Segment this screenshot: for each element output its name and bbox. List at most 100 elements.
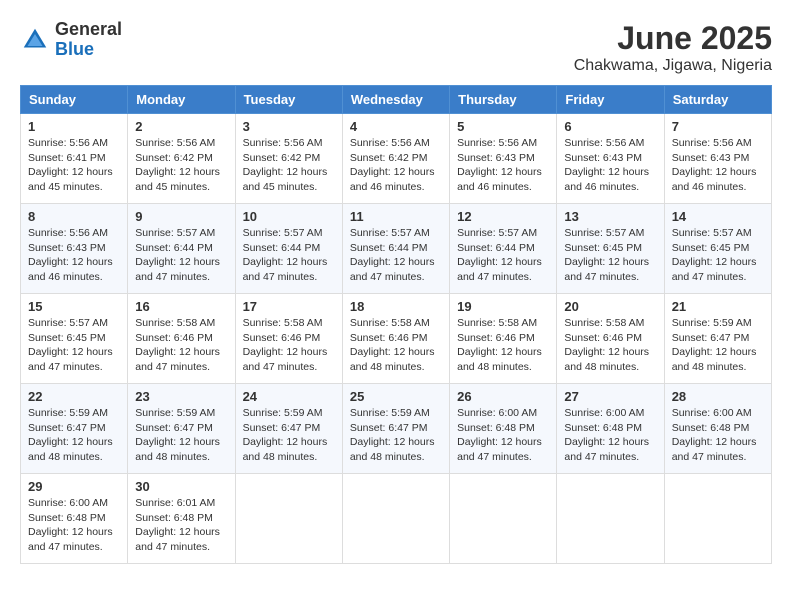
day-cell <box>235 474 342 564</box>
week-row-5: 29 Sunrise: 6:00 AMSunset: 6:48 PMDaylig… <box>21 474 772 564</box>
day-cell: 18 Sunrise: 5:58 AMSunset: 6:46 PMDaylig… <box>342 294 449 384</box>
day-info: Sunrise: 5:59 AMSunset: 6:47 PMDaylight:… <box>135 407 220 463</box>
day-info: Sunrise: 5:58 AMSunset: 6:46 PMDaylight:… <box>350 317 435 373</box>
day-cell: 23 Sunrise: 5:59 AMSunset: 6:47 PMDaylig… <box>128 384 235 474</box>
day-number: 14 <box>672 209 764 224</box>
day-number: 5 <box>457 119 549 134</box>
day-cell: 3 Sunrise: 5:56 AMSunset: 6:42 PMDayligh… <box>235 114 342 204</box>
month-title: June 2025 <box>574 20 772 57</box>
calendar: SundayMondayTuesdayWednesdayThursdayFrid… <box>20 85 772 564</box>
day-info: Sunrise: 5:56 AMSunset: 6:43 PMDaylight:… <box>457 137 542 193</box>
day-cell: 22 Sunrise: 5:59 AMSunset: 6:47 PMDaylig… <box>21 384 128 474</box>
day-info: Sunrise: 5:57 AMSunset: 6:45 PMDaylight:… <box>28 317 113 373</box>
weekday-header-saturday: Saturday <box>664 86 771 114</box>
day-info: Sunrise: 5:56 AMSunset: 6:42 PMDaylight:… <box>135 137 220 193</box>
day-info: Sunrise: 5:56 AMSunset: 6:42 PMDaylight:… <box>350 137 435 193</box>
day-cell: 4 Sunrise: 5:56 AMSunset: 6:42 PMDayligh… <box>342 114 449 204</box>
day-info: Sunrise: 5:59 AMSunset: 6:47 PMDaylight:… <box>28 407 113 463</box>
day-number: 11 <box>350 209 442 224</box>
weekday-header-sunday: Sunday <box>21 86 128 114</box>
day-cell: 27 Sunrise: 6:00 AMSunset: 6:48 PMDaylig… <box>557 384 664 474</box>
day-cell: 16 Sunrise: 5:58 AMSunset: 6:46 PMDaylig… <box>128 294 235 384</box>
day-info: Sunrise: 6:00 AMSunset: 6:48 PMDaylight:… <box>672 407 757 463</box>
day-number: 4 <box>350 119 442 134</box>
day-number: 6 <box>564 119 656 134</box>
day-number: 25 <box>350 389 442 404</box>
day-info: Sunrise: 5:56 AMSunset: 6:43 PMDaylight:… <box>564 137 649 193</box>
day-info: Sunrise: 5:58 AMSunset: 6:46 PMDaylight:… <box>135 317 220 373</box>
day-info: Sunrise: 5:56 AMSunset: 6:41 PMDaylight:… <box>28 137 113 193</box>
day-cell: 19 Sunrise: 5:58 AMSunset: 6:46 PMDaylig… <box>450 294 557 384</box>
day-cell: 6 Sunrise: 5:56 AMSunset: 6:43 PMDayligh… <box>557 114 664 204</box>
day-cell: 13 Sunrise: 5:57 AMSunset: 6:45 PMDaylig… <box>557 204 664 294</box>
day-number: 19 <box>457 299 549 314</box>
day-cell: 2 Sunrise: 5:56 AMSunset: 6:42 PMDayligh… <box>128 114 235 204</box>
day-cell: 9 Sunrise: 5:57 AMSunset: 6:44 PMDayligh… <box>128 204 235 294</box>
day-number: 8 <box>28 209 120 224</box>
day-cell: 28 Sunrise: 6:00 AMSunset: 6:48 PMDaylig… <box>664 384 771 474</box>
day-number: 15 <box>28 299 120 314</box>
day-info: Sunrise: 5:57 AMSunset: 6:45 PMDaylight:… <box>564 227 649 283</box>
logo: General Blue <box>20 20 122 60</box>
day-info: Sunrise: 5:57 AMSunset: 6:45 PMDaylight:… <box>672 227 757 283</box>
day-number: 18 <box>350 299 442 314</box>
day-info: Sunrise: 5:57 AMSunset: 6:44 PMDaylight:… <box>350 227 435 283</box>
logo-blue: Blue <box>55 40 122 60</box>
day-number: 7 <box>672 119 764 134</box>
week-row-3: 15 Sunrise: 5:57 AMSunset: 6:45 PMDaylig… <box>21 294 772 384</box>
day-info: Sunrise: 6:00 AMSunset: 6:48 PMDaylight:… <box>564 407 649 463</box>
day-number: 22 <box>28 389 120 404</box>
week-row-4: 22 Sunrise: 5:59 AMSunset: 6:47 PMDaylig… <box>21 384 772 474</box>
day-number: 12 <box>457 209 549 224</box>
day-info: Sunrise: 5:59 AMSunset: 6:47 PMDaylight:… <box>350 407 435 463</box>
location: Chakwama, Jigawa, Nigeria <box>574 57 772 75</box>
day-cell: 11 Sunrise: 5:57 AMSunset: 6:44 PMDaylig… <box>342 204 449 294</box>
page-header: General Blue June 2025 Chakwama, Jigawa,… <box>20 20 772 75</box>
day-cell: 20 Sunrise: 5:58 AMSunset: 6:46 PMDaylig… <box>557 294 664 384</box>
day-info: Sunrise: 5:57 AMSunset: 6:44 PMDaylight:… <box>243 227 328 283</box>
day-cell: 5 Sunrise: 5:56 AMSunset: 6:43 PMDayligh… <box>450 114 557 204</box>
day-info: Sunrise: 6:01 AMSunset: 6:48 PMDaylight:… <box>135 497 220 553</box>
day-number: 16 <box>135 299 227 314</box>
day-cell: 1 Sunrise: 5:56 AMSunset: 6:41 PMDayligh… <box>21 114 128 204</box>
day-number: 27 <box>564 389 656 404</box>
day-cell: 25 Sunrise: 5:59 AMSunset: 6:47 PMDaylig… <box>342 384 449 474</box>
logo-general: General <box>55 20 122 40</box>
day-number: 29 <box>28 479 120 494</box>
logo-icon <box>20 25 50 55</box>
day-info: Sunrise: 6:00 AMSunset: 6:48 PMDaylight:… <box>457 407 542 463</box>
day-number: 10 <box>243 209 335 224</box>
day-number: 24 <box>243 389 335 404</box>
day-info: Sunrise: 5:58 AMSunset: 6:46 PMDaylight:… <box>457 317 542 373</box>
weekday-header-row: SundayMondayTuesdayWednesdayThursdayFrid… <box>21 86 772 114</box>
day-cell: 26 Sunrise: 6:00 AMSunset: 6:48 PMDaylig… <box>450 384 557 474</box>
day-number: 9 <box>135 209 227 224</box>
day-number: 2 <box>135 119 227 134</box>
day-cell: 8 Sunrise: 5:56 AMSunset: 6:43 PMDayligh… <box>21 204 128 294</box>
day-info: Sunrise: 5:57 AMSunset: 6:44 PMDaylight:… <box>457 227 542 283</box>
title-block: June 2025 Chakwama, Jigawa, Nigeria <box>574 20 772 75</box>
weekday-header-monday: Monday <box>128 86 235 114</box>
day-number: 17 <box>243 299 335 314</box>
day-number: 13 <box>564 209 656 224</box>
day-cell: 14 Sunrise: 5:57 AMSunset: 6:45 PMDaylig… <box>664 204 771 294</box>
day-info: Sunrise: 5:57 AMSunset: 6:44 PMDaylight:… <box>135 227 220 283</box>
day-cell: 12 Sunrise: 5:57 AMSunset: 6:44 PMDaylig… <box>450 204 557 294</box>
day-number: 1 <box>28 119 120 134</box>
day-cell: 7 Sunrise: 5:56 AMSunset: 6:43 PMDayligh… <box>664 114 771 204</box>
day-cell <box>450 474 557 564</box>
day-cell <box>557 474 664 564</box>
day-cell: 24 Sunrise: 5:59 AMSunset: 6:47 PMDaylig… <box>235 384 342 474</box>
day-info: Sunrise: 5:59 AMSunset: 6:47 PMDaylight:… <box>243 407 328 463</box>
weekday-header-wednesday: Wednesday <box>342 86 449 114</box>
day-number: 30 <box>135 479 227 494</box>
day-number: 21 <box>672 299 764 314</box>
day-number: 20 <box>564 299 656 314</box>
day-info: Sunrise: 5:59 AMSunset: 6:47 PMDaylight:… <box>672 317 757 373</box>
day-cell <box>664 474 771 564</box>
day-info: Sunrise: 5:56 AMSunset: 6:43 PMDaylight:… <box>672 137 757 193</box>
day-cell: 29 Sunrise: 6:00 AMSunset: 6:48 PMDaylig… <box>21 474 128 564</box>
day-cell: 30 Sunrise: 6:01 AMSunset: 6:48 PMDaylig… <box>128 474 235 564</box>
day-info: Sunrise: 5:56 AMSunset: 6:43 PMDaylight:… <box>28 227 113 283</box>
week-row-1: 1 Sunrise: 5:56 AMSunset: 6:41 PMDayligh… <box>21 114 772 204</box>
